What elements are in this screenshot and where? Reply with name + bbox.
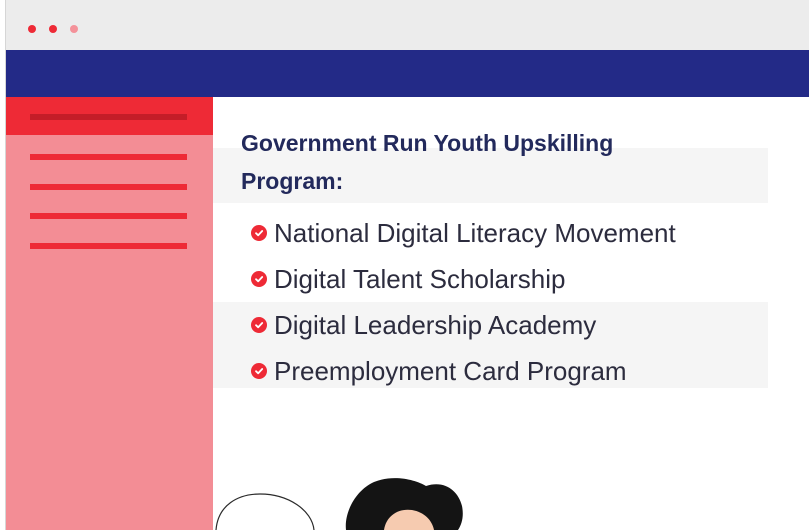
check-circle-icon [251, 317, 267, 333]
list-item-label: Preemployment Card Program [274, 355, 627, 386]
list-item: National Digital Literacy Movement [251, 210, 676, 256]
illustration-circle-outline [215, 493, 315, 530]
program-list: National Digital Literacy Movement Digit… [251, 210, 676, 394]
list-item: Digital Leadership Academy [251, 302, 676, 348]
list-item: Digital Talent Scholarship [251, 256, 676, 302]
check-circle-icon [251, 363, 267, 379]
page-title: Government Run Youth Upskilling Program: [241, 130, 614, 194]
list-item: Preemployment Card Program [251, 348, 676, 394]
list-item-label: Digital Leadership Academy [274, 309, 597, 340]
list-item-label: National Digital Literacy Movement [274, 217, 676, 248]
check-circle-icon [251, 271, 267, 287]
list-item-label: Digital Talent Scholarship [274, 263, 566, 294]
check-circle-icon [251, 225, 267, 241]
